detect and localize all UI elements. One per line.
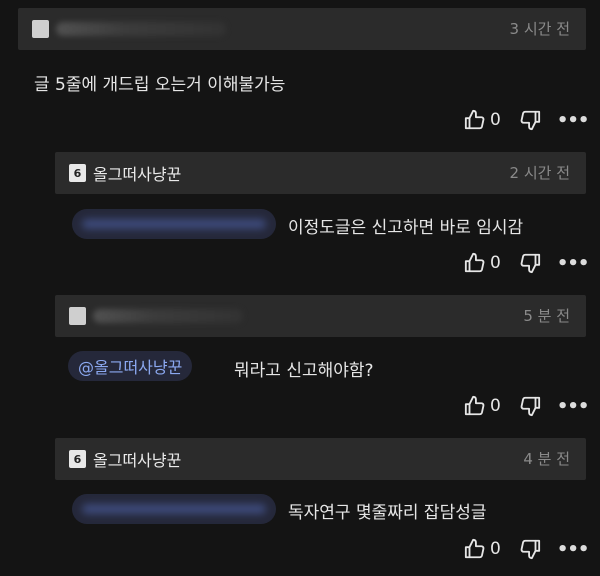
level-badge-icon bbox=[69, 307, 86, 325]
comment-text: 이정도글은 신고하면 바로 임시감 bbox=[288, 218, 524, 238]
comment-time: 2 시간 전 bbox=[509, 164, 570, 182]
author[interactable] bbox=[69, 295, 243, 337]
level-badge-icon: 6 bbox=[69, 164, 86, 182]
comment-actions: 0 ••• bbox=[464, 249, 590, 277]
comment-actions: 0 ••• bbox=[464, 535, 590, 563]
thumbs-down-icon[interactable] bbox=[519, 252, 541, 274]
comment-time: 5 분 전 bbox=[523, 307, 570, 325]
like-count: 0 bbox=[490, 253, 501, 273]
like-count: 0 bbox=[490, 396, 501, 416]
level-badge-icon bbox=[32, 20, 49, 38]
comment-actions: 0 ••• bbox=[464, 106, 590, 134]
thumbs-down-icon[interactable] bbox=[519, 395, 541, 417]
comment-text: 독자연구 몇줄짜리 잡담성글 bbox=[288, 503, 487, 523]
comment-actions: 0 ••• bbox=[464, 392, 590, 420]
like-count: 0 bbox=[490, 110, 501, 130]
username: 올그떠사냥꾼 bbox=[93, 451, 182, 470]
more-options-icon[interactable]: ••• bbox=[557, 253, 590, 274]
username: 올그떠사냥꾼 bbox=[93, 165, 182, 184]
mention-tag-redacted[interactable] bbox=[72, 494, 276, 524]
comment-header: 3 시간 전 bbox=[18, 8, 586, 50]
author[interactable]: 6 올그떠사냥꾼 bbox=[69, 152, 181, 194]
thumbs-down-icon[interactable] bbox=[519, 538, 541, 560]
more-options-icon[interactable]: ••• bbox=[557, 539, 590, 560]
thumbs-down-icon[interactable] bbox=[519, 109, 541, 131]
comment-header: 6 올그떠사냥꾼 4 분 전 bbox=[55, 438, 586, 480]
more-options-icon[interactable]: ••• bbox=[557, 110, 590, 131]
author[interactable]: 6 올그떠사냥꾼 bbox=[69, 438, 181, 480]
mention-tag[interactable]: @올그떠사냥꾼 bbox=[68, 351, 193, 381]
comment-header: 6 올그떠사냥꾼 2 시간 전 bbox=[55, 152, 586, 194]
mention-tag-redacted[interactable] bbox=[72, 209, 276, 239]
comment-text: 뭐라고 신고해야함? bbox=[234, 361, 374, 381]
thumbs-up-icon[interactable] bbox=[464, 109, 486, 131]
comment-time: 4 분 전 bbox=[523, 450, 570, 468]
redacted-username bbox=[93, 309, 243, 323]
thumbs-up-icon[interactable] bbox=[464, 252, 486, 274]
level-badge-icon: 6 bbox=[69, 450, 86, 468]
comment-text: 글 5줄에 개드립 오는거 이해불가능 bbox=[34, 75, 286, 95]
more-options-icon[interactable]: ••• bbox=[557, 396, 590, 417]
author[interactable] bbox=[32, 8, 226, 50]
thumbs-up-icon[interactable] bbox=[464, 538, 486, 560]
thumbs-up-icon[interactable] bbox=[464, 395, 486, 417]
redacted-username bbox=[56, 22, 226, 36]
like-count: 0 bbox=[490, 539, 501, 559]
comment-header: 5 분 전 bbox=[55, 295, 586, 337]
comment-time: 3 시간 전 bbox=[509, 20, 570, 38]
